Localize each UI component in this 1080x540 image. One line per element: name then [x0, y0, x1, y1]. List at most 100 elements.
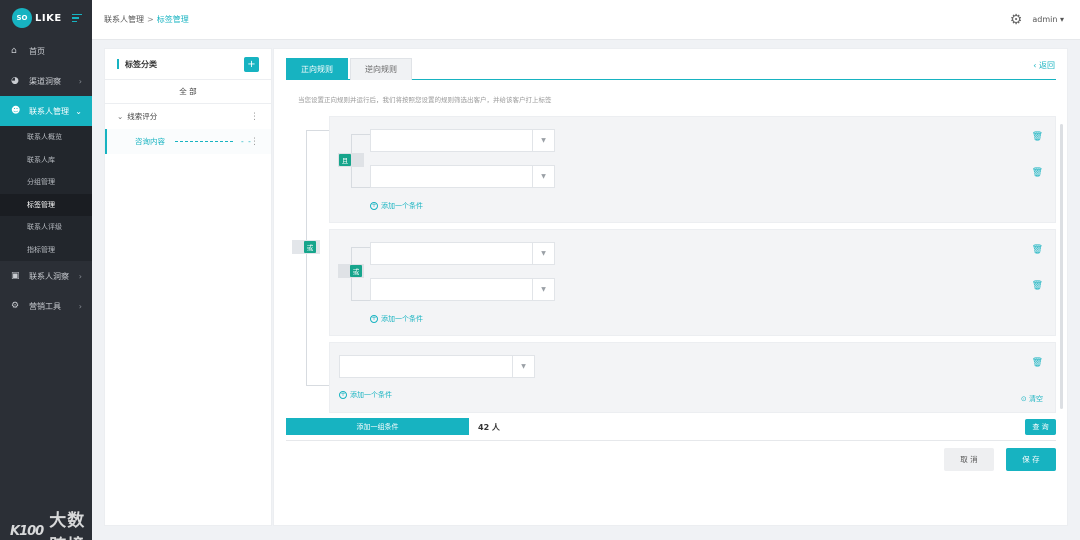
chevron-down-icon: ⌄ — [117, 112, 124, 121]
trash-icon[interactable]: 🗑 — [1032, 132, 1043, 142]
sidebar-subitem-overview[interactable]: 联系人概览 — [0, 126, 92, 149]
logo-text: LIKE — [35, 12, 62, 24]
gear-icon[interactable]: ⚙ — [1010, 12, 1023, 28]
dropdown-arrow-icon: ▼ — [512, 356, 534, 377]
sidebar-subitem-library[interactable]: 联系人库 — [0, 149, 92, 172]
sidebar-subitem-tags[interactable]: 标签管理 — [0, 193, 92, 216]
add-category-button[interactable]: + — [244, 57, 259, 72]
relation-tag[interactable]: 或 — [350, 265, 362, 277]
sidebar: SO LIKE ⌂ 首页 ◕ 渠道洞察 › ☻ 联系人管理 ⌄ 联系人概览 联系… — [0, 0, 92, 540]
sidebar-item-label: 渠道洞察 — [29, 76, 61, 86]
tools-icon: ⚙ — [11, 301, 20, 311]
tag-group-item[interactable]: ⌄ 线索评分 ⋮ — [105, 104, 271, 129]
username: admin — [1032, 15, 1058, 24]
sidebar-item-marketing-tools[interactable]: ⚙ 营销工具 › — [0, 291, 92, 321]
back-link[interactable]: ‹ 返回 — [1033, 60, 1055, 71]
clear-label: 清空 — [1029, 395, 1043, 403]
trash-icon[interactable]: 🗑 — [1032, 245, 1043, 255]
more-icon[interactable]: ⋮ — [250, 137, 259, 147]
dropdown-arrow-icon: ▼ — [532, 243, 554, 264]
chevron-right-icon: › — [78, 271, 82, 281]
tag-leaf-item[interactable]: 咨询内容 - - ⋮ — [105, 129, 271, 154]
sidebar-item-label: 联系人管理 — [29, 106, 69, 116]
add-condition-label: 添加一个条件 — [381, 315, 423, 323]
condition-select[interactable]: ▼ — [370, 165, 555, 188]
dashed-divider — [175, 141, 233, 142]
plus-circle-icon: + — [370, 315, 378, 323]
sidebar-subitem-groups[interactable]: 分组管理 — [0, 171, 92, 194]
dropdown-arrow-icon: ▼ — [532, 130, 554, 151]
sidebar-subitem-rating[interactable]: 联系人评级 — [0, 216, 92, 239]
condition-select[interactable]: ▼ — [370, 242, 555, 265]
sidebar-item-contact-management[interactable]: ☻ 联系人管理 ⌄ — [0, 96, 92, 126]
tag-all-item[interactable]: 全 部 — [105, 80, 271, 104]
clear-icon: ⊙ — [1020, 395, 1027, 403]
caret-down-icon: ▾ — [1059, 15, 1064, 24]
sidebar-subitem-metrics[interactable]: 指标管理 — [0, 239, 92, 262]
clear-button[interactable]: ⊙ 清空 — [1021, 394, 1043, 404]
top-header: 联系人管理 > 标签管理 ⚙ admin ▾ — [92, 0, 1080, 40]
condition-select[interactable]: ▼ — [370, 129, 555, 152]
cancel-button[interactable]: 取 消 — [944, 448, 994, 471]
plus-circle-icon: + — [339, 391, 347, 399]
breadcrumb-current: 标签管理 — [156, 15, 189, 24]
match-count: 42 人 — [478, 423, 500, 432]
user-menu[interactable]: admin ▾ — [1032, 15, 1064, 24]
add-condition-button[interactable]: + 添加一个条件 — [370, 314, 423, 324]
home-icon: ⌂ — [11, 46, 17, 56]
logo[interactable]: SO LIKE — [0, 0, 92, 36]
trash-icon[interactable]: 🗑 — [1032, 358, 1043, 368]
rule-panel: 正向规则 逆向规则 ‹ 返回 当您设置正向规则并运行后，我们将按照您设置的规则筛… — [273, 48, 1068, 526]
scrollbar[interactable] — [1060, 124, 1063, 409]
condition-select[interactable]: ▼ — [370, 278, 555, 301]
relation-tag[interactable]: 或 — [304, 241, 316, 253]
chevron-down-icon: ⌄ — [75, 106, 82, 116]
more-icon[interactable]: ⋮ — [250, 112, 259, 122]
inner-relation-toggle[interactable]: 或 — [338, 264, 364, 278]
tab-reverse-rules[interactable]: 逆向规则 — [350, 58, 412, 80]
add-condition-button[interactable]: + 添加一个条件 — [370, 201, 423, 211]
sidebar-item-label: 首页 — [29, 46, 45, 56]
save-button[interactable]: 保 存 — [1006, 448, 1056, 471]
add-group-button[interactable]: 添加一组条件 — [286, 418, 469, 435]
back-label: 返回 — [1039, 61, 1055, 70]
accent-bar — [117, 59, 119, 69]
sidebar-item-home[interactable]: ⌂ 首页 — [0, 36, 92, 66]
trash-icon[interactable]: 🗑 — [1032, 281, 1043, 291]
users-icon: ☻ — [11, 106, 21, 116]
condition-group: 且 ▼ ▼ 🗑 🗑 + 添加一个条件 — [329, 116, 1056, 223]
dropdown-arrow-icon: ▼ — [532, 166, 554, 187]
trash-icon[interactable]: 🗑 — [1032, 168, 1043, 178]
chevron-left-icon: ‹ — [1033, 61, 1037, 70]
add-condition-button[interactable]: + 添加一个条件 — [339, 390, 392, 400]
breadcrumb-parent[interactable]: 联系人管理 — [104, 15, 144, 24]
condition-select[interactable]: ▼ — [339, 355, 535, 378]
tag-leaf-label: 咨询内容 — [135, 137, 165, 146]
sidebar-item-channel-insight[interactable]: ◕ 渠道洞察 › — [0, 66, 92, 96]
tab-forward-rules[interactable]: 正向规则 — [286, 58, 348, 80]
add-condition-label: 添加一个条件 — [381, 202, 423, 210]
sidebar-item-label: 营销工具 — [29, 301, 61, 311]
dropdown-arrow-icon: ▼ — [532, 279, 554, 300]
divider — [286, 440, 1056, 441]
watermark: K100 大数跨境 — [10, 506, 92, 540]
watermark-text: 大数跨境 — [49, 511, 86, 540]
inner-relation-toggle[interactable]: 且 — [338, 153, 364, 167]
breadcrumb-separator: > — [147, 15, 154, 24]
logo-badge: SO — [12, 8, 32, 28]
relation-tag[interactable]: 且 — [339, 154, 351, 166]
condition-group: 或 ▼ ▼ 🗑 🗑 + 添加一个条件 — [329, 229, 1056, 336]
chevron-right-icon: › — [78, 76, 82, 86]
tag-category-panel: 标签分类 + 全 部 ⌄ 线索评分 ⋮ 咨询内容 - - ⋮ — [104, 48, 272, 526]
sidebar-item-label: 联系人洞察 — [29, 271, 69, 281]
add-condition-label: 添加一个条件 — [350, 391, 392, 399]
condition-group: ▼ 🗑 + 添加一个条件 ⊙ 清空 — [329, 342, 1056, 413]
outer-relation-toggle[interactable]: 或 — [292, 240, 320, 254]
tag-panel-title: 标签分类 — [125, 59, 157, 69]
plus-circle-icon: + — [370, 202, 378, 210]
sidebar-item-contact-insight[interactable]: ▣ 联系人洞察 › — [0, 261, 92, 291]
menu-toggle-icon[interactable] — [72, 14, 82, 22]
query-button[interactable]: 查 询 — [1025, 419, 1056, 435]
watermark-logo-icon: K100 — [10, 523, 44, 539]
breadcrumb: 联系人管理 > 标签管理 — [104, 14, 189, 25]
